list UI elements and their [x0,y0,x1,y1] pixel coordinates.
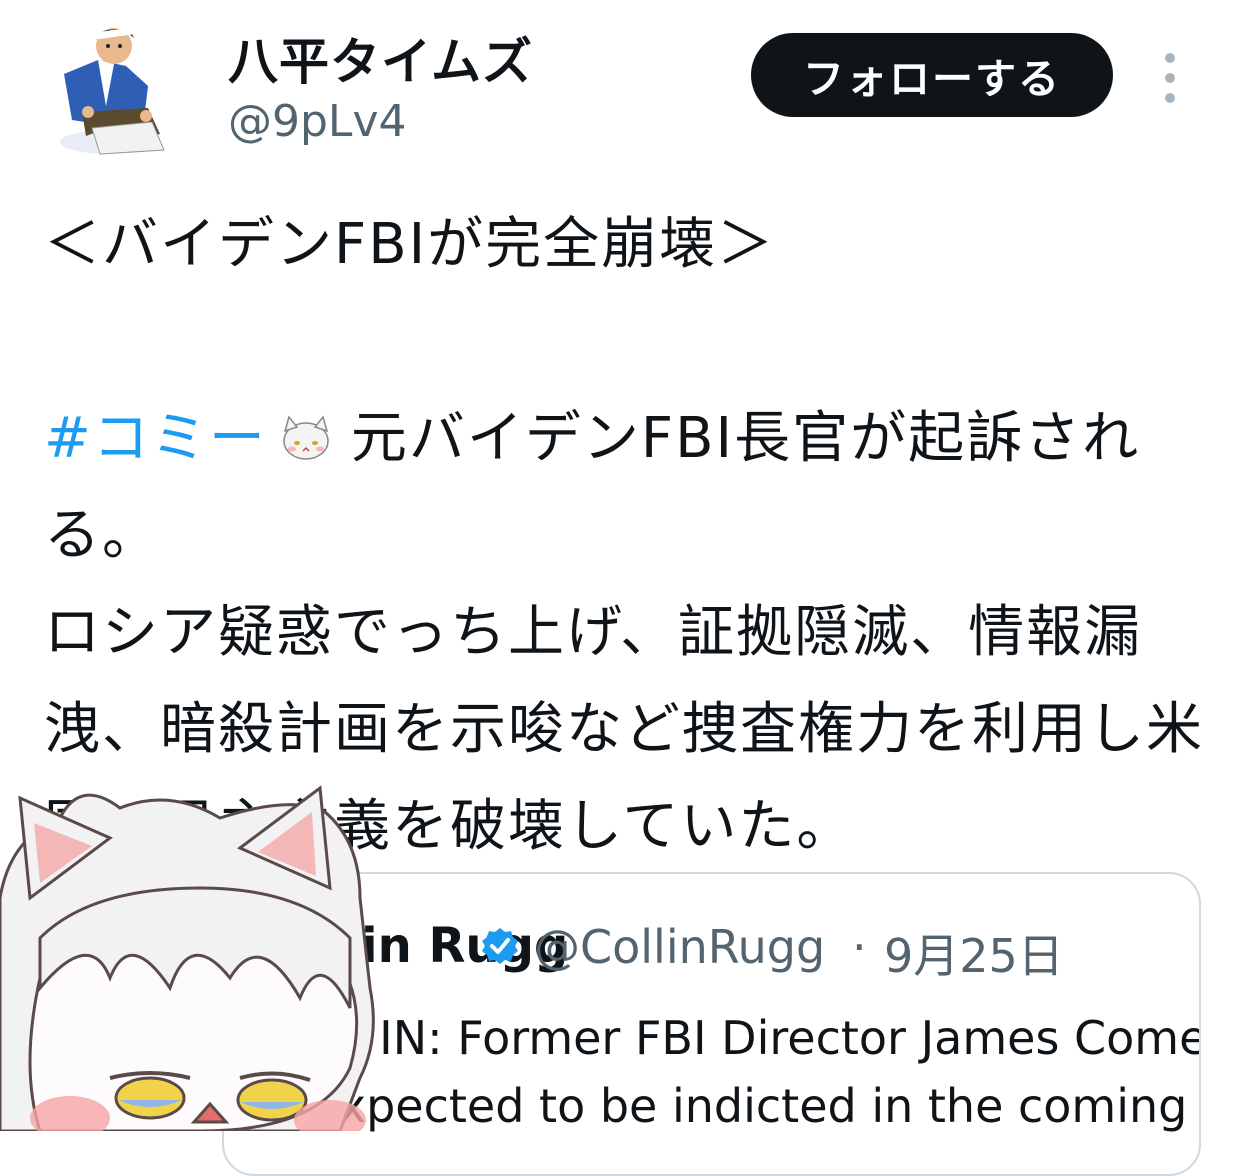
quote-separator: · [852,920,867,974]
author-handle[interactable]: @9pLv4 [228,96,406,147]
tweet-title: ＜バイデンFBIが完全崩壊＞ [44,212,776,277]
hashtag-link[interactable]: #コミー [44,406,267,471]
avatar[interactable] [52,16,168,156]
author-display-name[interactable]: 八平タイムズ [228,22,533,94]
follow-button[interactable]: フォローする [751,33,1113,117]
verified-badge-icon [482,928,518,964]
quote-author-handle[interactable]: @CollinRugg [534,920,825,974]
quote-date[interactable]: 9月25日 [884,920,1064,986]
anime-girl-emoji [283,415,329,460]
anime-girl-sticker [0,785,375,1131]
tweet-text: ＜バイデンFBIが完全崩壊＞ #コミー 元バイデンFBI長官が起訴される。 ロシ… [44,196,1204,875]
more-vertical-icon[interactable] [1156,48,1184,108]
